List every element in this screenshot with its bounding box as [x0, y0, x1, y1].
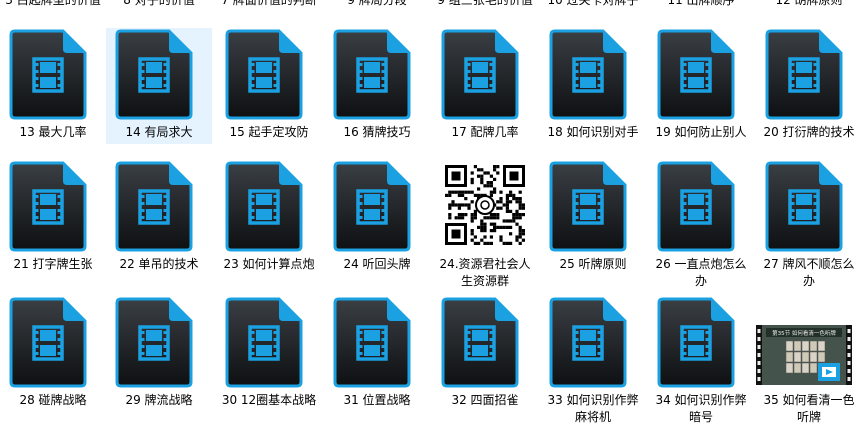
video-file-icon	[115, 161, 193, 252]
file-name-label: 3 白起牌型的价值	[5, 0, 101, 7]
thumb-title-text: 第35节 如何看清一色听牌	[772, 329, 836, 337]
video-file-tile[interactable]: 23 如何计算点炮	[216, 160, 322, 276]
video-file-tile[interactable]: 22 单吊的技术	[106, 160, 212, 276]
video-file-icon	[225, 29, 303, 120]
file-tile[interactable]: 12 胡牌原则	[756, 0, 861, 20]
file-name-label: 9 组三张毛的价值	[437, 0, 533, 7]
file-name-label: 24 听回头牌	[343, 257, 411, 271]
video-file-icon	[225, 297, 303, 388]
video-file-icon	[549, 297, 627, 388]
file-name-label: 11 出牌顺序	[667, 0, 735, 7]
file-name-label: 12 胡牌原则	[775, 0, 843, 7]
video-file-icon	[115, 29, 193, 120]
video-file-tile[interactable]: 28 碰牌战略	[0, 296, 106, 412]
file-name-label: 32 四面招雀	[451, 393, 519, 407]
file-name-label: 16 猜牌技巧	[343, 125, 411, 139]
video-file-icon	[549, 161, 627, 252]
file-name-label: 17 配牌几率	[451, 125, 519, 139]
video-file-tile[interactable]: 24 听回头牌	[324, 160, 430, 276]
file-name-label: 31 位置战略	[343, 393, 411, 407]
video-file-icon	[441, 297, 519, 388]
file-tile[interactable]: 9 组三张毛的价值	[432, 0, 538, 20]
video-file-tile[interactable]: 29 牌流战略	[106, 296, 212, 412]
file-name-label: 27 牌风不顺怎么办	[763, 257, 855, 288]
video-file-icon	[549, 29, 627, 120]
video-file-icon	[765, 161, 843, 252]
file-name-label: 10 过关卡对牌子	[547, 0, 639, 7]
video-file-icon	[657, 297, 735, 388]
file-name-label: 26 一直点炮怎么办	[655, 257, 747, 288]
video-file-icon	[333, 29, 411, 120]
video-file-tile[interactable]: 18 如何识别对手	[540, 28, 646, 144]
file-name-label: 9 牌局分段	[347, 0, 407, 7]
video-file-tile[interactable]: 26 一直点炮怎么办	[648, 160, 754, 288]
video-file-icon	[225, 161, 303, 252]
file-name-label: 34 如何识别作弊暗号	[655, 393, 747, 424]
video-file-icon	[657, 161, 735, 252]
video-file-tile[interactable]: 20 打衍牌的技术	[756, 28, 861, 144]
video-file-icon	[333, 161, 411, 252]
file-tile[interactable]: 7 牌面价值的判断	[216, 0, 322, 20]
file-name-label: 19 如何防止别人	[655, 125, 747, 139]
file-name-label: 15 起手定攻防	[229, 125, 309, 139]
file-tile[interactable]: 11 出牌顺序	[648, 0, 754, 20]
video-file-tile[interactable]: 32 四面招雀	[432, 296, 538, 412]
video-file-icon	[657, 29, 735, 120]
video-file-tile[interactable]: 25 听牌原则	[540, 160, 646, 276]
file-name-label: 28 碰牌战略	[19, 393, 87, 407]
file-name-label: 8 对子的价值	[123, 0, 195, 7]
file-grid: 3 白起牌型的价值 8 对子的价值 7 牌面价值的判断 9 牌局分段 9 组三张毛的价值…	[0, 0, 861, 437]
video-file-tile[interactable]: 30 12圈基本战略	[216, 296, 322, 412]
video-file-tile[interactable]: 16 猜牌技巧	[324, 28, 430, 144]
file-name-label: 23 如何计算点炮	[223, 257, 315, 271]
file-name-label: 24.资源君社会人生资源群	[439, 257, 531, 288]
video-file-icon	[333, 297, 411, 388]
file-tile[interactable]: 3 白起牌型的价值	[0, 0, 106, 20]
video-file-icon	[9, 29, 87, 120]
file-name-label: 13 最大几率	[19, 125, 87, 139]
file-name-label: 21 打字牌生张	[13, 257, 93, 271]
file-name-label: 33 如何识别作弊麻将机	[547, 393, 639, 424]
video-file-icon	[9, 161, 87, 252]
image-file-tile[interactable]: 24.资源君社会人生资源群	[432, 160, 538, 288]
qr-code-icon	[445, 165, 525, 245]
file-name-label: 18 如何识别对手	[547, 125, 639, 139]
file-tile[interactable]: 10 过关卡对牌子	[540, 0, 646, 20]
file-name-label: 20 打衍牌的技术	[763, 125, 855, 139]
video-file-tile[interactable]: 第35节 如何看清一色听牌 35 如何看清一色听牌	[756, 296, 861, 424]
video-file-tile[interactable]: 34 如何识别作弊暗号	[648, 296, 754, 424]
video-file-icon	[9, 297, 87, 388]
video-file-icon	[441, 29, 519, 120]
file-name-label: 35 如何看清一色听牌	[763, 393, 855, 424]
file-name-label: 14 有局求大	[125, 125, 193, 139]
file-name-label: 22 单吊的技术	[119, 257, 199, 271]
video-file-tile[interactable]: 15 起手定攻防	[216, 28, 322, 144]
file-name-label: 30 12圈基本战略	[221, 393, 317, 407]
video-file-tile[interactable]: 17 配牌几率	[432, 28, 538, 144]
video-file-icon	[115, 297, 193, 388]
video-file-icon	[765, 29, 843, 120]
file-name-label: 29 牌流战略	[125, 393, 193, 407]
file-name-label: 25 听牌原则	[559, 257, 627, 271]
video-file-tile[interactable]: 27 牌风不顺怎么办	[756, 160, 861, 288]
video-file-tile[interactable]: 21 打字牌生张	[0, 160, 106, 276]
file-name-label: 7 牌面价值的判断	[221, 0, 317, 7]
video-thumbnail-icon: 第35节 如何看清一色听牌	[756, 325, 852, 385]
video-file-tile[interactable]: 19 如何防止别人	[648, 28, 754, 144]
video-file-tile[interactable]: 33 如何识别作弊麻将机	[540, 296, 646, 424]
video-file-tile[interactable]: 14 有局求大	[106, 28, 212, 144]
video-file-tile[interactable]: 13 最大几率	[0, 28, 106, 144]
file-tile[interactable]: 8 对子的价值	[106, 0, 212, 20]
file-tile[interactable]: 9 牌局分段	[324, 0, 430, 20]
video-file-tile[interactable]: 31 位置战略	[324, 296, 430, 412]
